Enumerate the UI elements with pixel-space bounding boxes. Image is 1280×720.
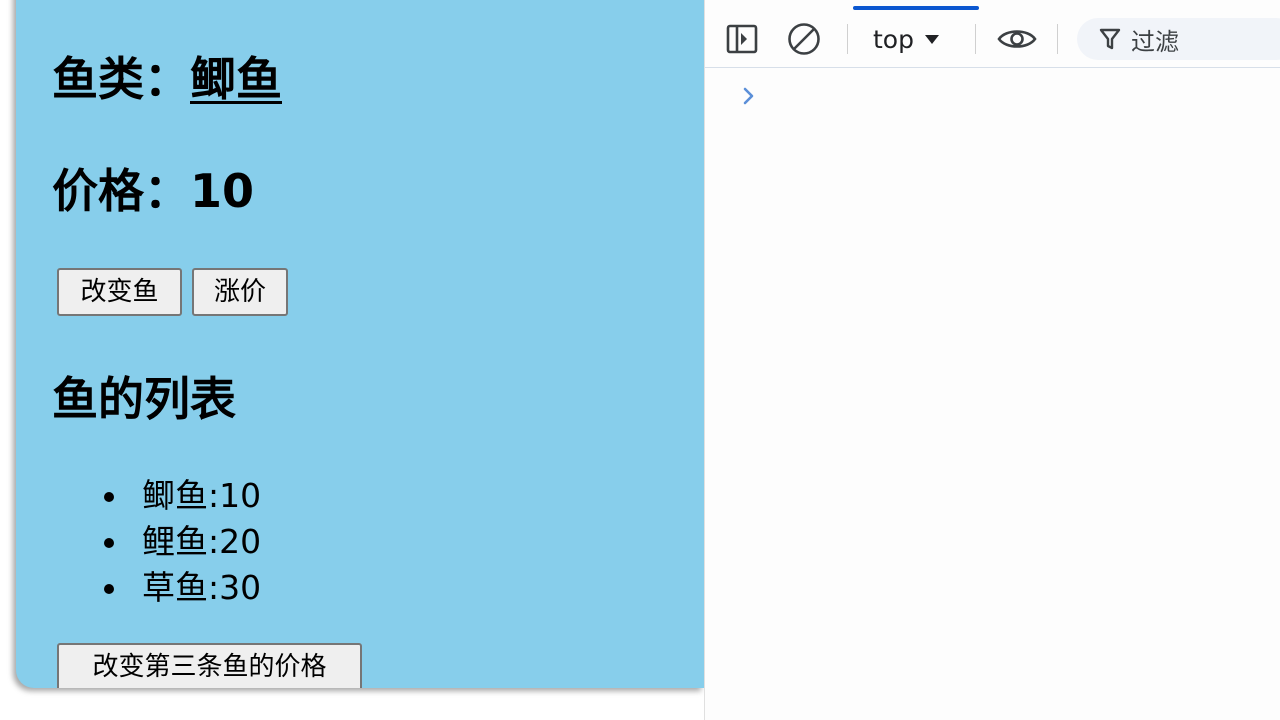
price-label: 价格： [52,164,190,218]
context-selector[interactable]: top [873,22,940,56]
filter-input[interactable]: 过滤 [1077,18,1280,60]
filter-placeholder: 过滤 [1131,27,1179,56]
raise-price-button[interactable]: 涨价 [192,268,288,316]
devtools-console-panel: top 过滤 [704,0,1280,720]
clear-console-button[interactable] [787,22,821,56]
toolbar-divider [1057,24,1058,54]
change-fish-button[interactable]: 改变鱼 [57,268,182,316]
sidebar-toggle-button[interactable] [725,22,759,56]
screen: 鱼类：鲫鱼 价格：10 改变鱼 涨价 鱼的列表 鲫鱼:10 鲤鱼:20 草鱼:3… [0,0,1280,720]
console-prompt[interactable] [739,84,759,108]
live-expression-eye-icon [997,30,1037,48]
fish-label: 鱼类： [52,52,190,106]
fish-value: 鲫鱼 [190,52,282,106]
console-prompt-chevron-icon [743,87,754,105]
price-value: 10 [190,164,255,218]
sidebar-toggle-icon [726,24,758,54]
list-item: 草鱼:30 [104,565,261,611]
toolbar-divider [975,24,976,54]
fish-title: 鱼类：鲫鱼 [52,56,282,102]
console-toolbar: top 过滤 [705,10,1280,68]
app-panel: 鱼类：鲫鱼 价格：10 改变鱼 涨价 鱼的列表 鲫鱼:10 鲤鱼:20 草鱼:3… [16,0,704,688]
list-item: 鲫鱼:10 [104,473,261,519]
fish-list: 鲫鱼:10 鲤鱼:20 草鱼:30 [104,473,261,611]
live-expression-button[interactable] [997,22,1037,56]
toolbar-divider [847,24,848,54]
context-selector-label: top [873,24,914,54]
clear-console-icon [788,23,820,55]
filter-icon [1099,28,1121,50]
fish-list-heading: 鱼的列表 [52,372,236,426]
list-item: 鲤鱼:20 [104,519,261,565]
dropdown-caret-icon [924,35,939,44]
change-third-fish-price-button[interactable]: 改变第三条鱼的价格 [57,643,362,688]
price-title: 价格：10 [52,168,254,214]
